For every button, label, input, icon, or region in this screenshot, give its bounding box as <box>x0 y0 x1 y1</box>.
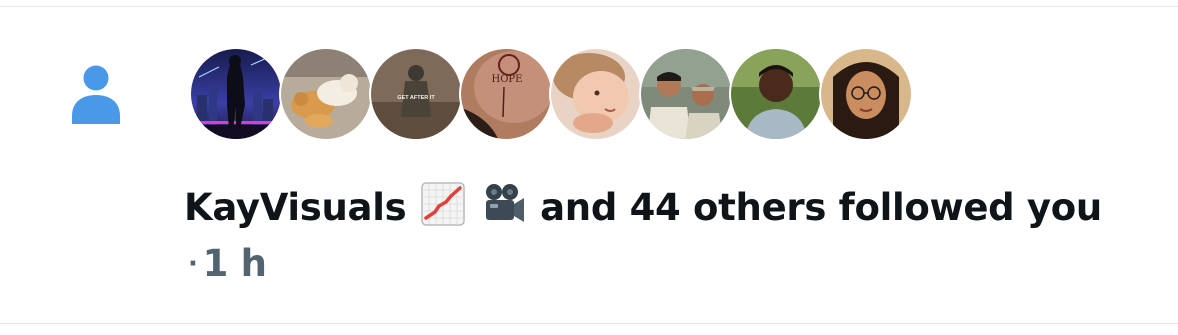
avatar[interactable] <box>549 47 643 141</box>
timestamp-meta: · 1 h <box>184 242 267 285</box>
actor-name[interactable]: KayVisuals <box>184 186 407 229</box>
avatar-caption: GET AFTER IT <box>397 95 435 101</box>
person-icon <box>72 65 120 124</box>
avatar[interactable] <box>279 47 373 141</box>
avatar[interactable]: HOPE <box>459 47 553 141</box>
avatar[interactable] <box>819 47 913 141</box>
movie-camera-emoji <box>485 184 524 222</box>
avatar[interactable] <box>729 47 823 141</box>
avatar[interactable]: GET AFTER IT <box>369 47 463 141</box>
divider <box>0 323 1178 324</box>
avatar[interactable] <box>639 47 733 141</box>
notification-item[interactable]: GET AFTER IT HOPE KayVisuals and 44 othe… <box>0 0 1178 335</box>
action-text: and 44 others followed you <box>540 186 1102 229</box>
avatar-caption: HOPE <box>492 74 523 85</box>
follower-avatars: GET AFTER IT HOPE <box>189 47 929 143</box>
notification-text: KayVisuals and 44 others followed you · 1… <box>184 180 1124 292</box>
avatar[interactable] <box>189 47 283 141</box>
chart-increasing-emoji <box>421 182 465 226</box>
divider <box>0 6 1178 7</box>
timestamp[interactable]: 1 h <box>203 242 267 285</box>
separator-dot: · <box>188 249 198 279</box>
